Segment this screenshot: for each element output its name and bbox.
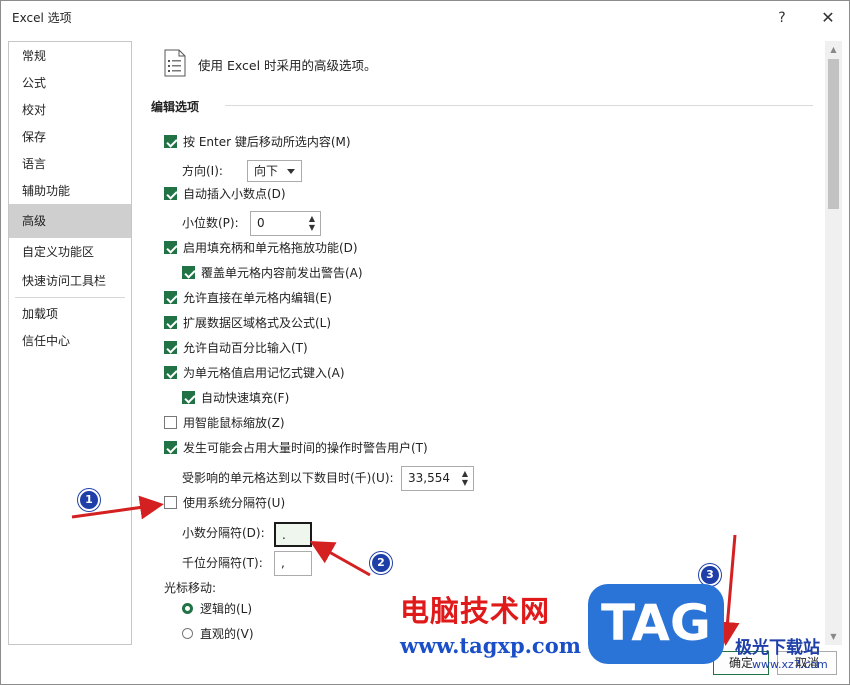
checkbox-overwrite-alert[interactable] (182, 266, 195, 279)
sidebar-item-accessibility[interactable]: 辅助功能 (9, 178, 131, 205)
option-label: 启用填充柄和单元格拖放功能(D) (183, 241, 358, 255)
decimal-separator-label: 小数分隔符(D): (182, 526, 265, 540)
option-label: 按 Enter 键后移动所选内容(M) (183, 135, 351, 149)
thousands-separator-value: , (281, 556, 285, 570)
option-label: 使用系统分隔符(U) (183, 496, 286, 510)
sidebar-item-quick-access-toolbar[interactable]: 快速访问工具栏 (9, 268, 131, 295)
checkbox-extend-formats[interactable] (164, 316, 177, 329)
sidebar-item-customize-ribbon[interactable]: 自定义功能区 (9, 239, 131, 266)
sidebar-item-advanced[interactable]: 高级 (9, 204, 131, 238)
scroll-up-icon[interactable]: ▲ (825, 41, 842, 58)
decimal-places-label: 小位数(P): (182, 216, 239, 230)
sidebar-item-trust-center[interactable]: 信任中心 (9, 328, 131, 355)
watermark-site2-url: www.xz7.com (752, 658, 828, 671)
checkbox-edit-in-cell[interactable] (164, 291, 177, 304)
checkbox-fill-handle[interactable] (164, 241, 177, 254)
checkbox-autocomplete[interactable] (164, 366, 177, 379)
vertical-scrollbar[interactable]: ▲ ▼ (825, 41, 842, 645)
spin-down-icon[interactable]: ▼ (309, 224, 315, 232)
dialog-title: Excel 选项 (12, 11, 72, 25)
option-label: 自动快速填充(F) (201, 391, 290, 405)
option-label: 扩展数据区域格式及公式(L) (183, 316, 332, 330)
sidebar-item-proofing[interactable]: 校对 (9, 97, 131, 124)
cells-affected-spinner[interactable]: 33,554 ▲ ▼ (401, 466, 474, 491)
excel-options-dialog: Excel 选项 ? ✕ 常规 公式 校对 保存 语言 辅助功能 高级 自定义功… (0, 0, 850, 685)
option-label: 为单元格值启用记忆式键入(A) (183, 366, 345, 380)
option-label: 发生可能会占用大量时间的操作时警告用户(T) (183, 441, 428, 455)
option-label: 覆盖单元格内容前发出警告(A) (201, 266, 363, 280)
tag-logo: TAG (588, 584, 724, 664)
decimal-separator-value: . (282, 528, 286, 542)
chevron-down-icon (287, 169, 295, 174)
annotation-badge-3: 3 (699, 564, 721, 586)
direction-label: 方向(I): (182, 164, 223, 178)
scrollbar-thumb[interactable] (828, 59, 839, 209)
spin-down-icon[interactable]: ▼ (462, 479, 468, 487)
spin-up-icon[interactable]: ▲ (462, 470, 468, 478)
decimal-places-value: 0 (257, 216, 265, 230)
close-icon[interactable]: ✕ (813, 6, 843, 30)
sidebar-item-language[interactable]: 语言 (9, 151, 131, 178)
cells-affected-label: 受影响的单元格达到以下数目时(千)(U): (182, 471, 394, 485)
decimal-places-spinner[interactable]: 0 ▲ ▼ (250, 211, 321, 236)
checkbox-auto-percent[interactable] (164, 341, 177, 354)
page-headline: 使用 Excel 时采用的高级选项。 (198, 58, 377, 73)
radio-visual[interactable] (182, 628, 193, 639)
option-label: 允许直接在单元格内编辑(E) (183, 291, 332, 305)
thousands-separator-label: 千位分隔符(T): (182, 556, 263, 570)
annotation-badge-1: 1 (78, 489, 100, 511)
annotation-badge-2: 2 (370, 552, 392, 574)
radio-logical[interactable] (182, 603, 193, 614)
radio-label: 逻辑的(L) (200, 602, 253, 616)
watermark-cn-text: 电脑技术网 (400, 594, 551, 628)
tag-logo-text: TAG (601, 594, 711, 652)
checkbox-intellimouse-zoom[interactable] (164, 416, 177, 429)
cells-affected-value: 33,554 (408, 471, 450, 485)
sidebar-divider (15, 297, 125, 298)
scroll-down-icon[interactable]: ▼ (825, 628, 842, 645)
radio-label: 直观的(V) (200, 627, 254, 641)
checkbox-enter-move[interactable] (164, 135, 177, 148)
spin-up-icon[interactable]: ▲ (309, 215, 315, 223)
sidebar-item-save[interactable]: 保存 (9, 124, 131, 151)
direction-dropdown[interactable]: 向下 (247, 160, 302, 182)
sidebar-item-formulas[interactable]: 公式 (9, 70, 131, 97)
checkbox-auto-decimal[interactable] (164, 187, 177, 200)
sidebar-item-general[interactable]: 常规 (9, 43, 131, 70)
title-bar: Excel 选项 ? ✕ (1, 1, 849, 35)
checkbox-alert-time-consuming[interactable] (164, 441, 177, 454)
cursor-movement-label: 光标移动: (164, 581, 217, 595)
sidebar-item-add-ins[interactable]: 加载项 (9, 301, 131, 328)
thousands-separator-input[interactable]: , (274, 551, 312, 576)
help-icon[interactable]: ? (767, 6, 797, 30)
advanced-options-panel: 使用 Excel 时采用的高级选项。 编辑选项 按 Enter 键后移动所选内容… (138, 41, 823, 645)
option-label: 自动插入小数点(D) (183, 187, 286, 201)
decimal-separator-input[interactable]: . (274, 522, 312, 547)
direction-value: 向下 (254, 164, 279, 178)
watermark-site2: 极光下载站 (735, 638, 820, 658)
option-label: 用智能鼠标缩放(Z) (183, 416, 285, 430)
document-options-icon (164, 49, 186, 77)
sidebar: 常规 公式 校对 保存 语言 辅助功能 高级 自定义功能区 快速访问工具栏 加载… (8, 41, 132, 645)
checkbox-system-separators[interactable] (164, 496, 177, 509)
watermark-url: www.tagxp.com (400, 633, 581, 658)
checkbox-flash-fill[interactable] (182, 391, 195, 404)
section-divider (225, 105, 813, 106)
section-title-editing: 编辑选项 (151, 100, 200, 114)
option-label: 允许自动百分比输入(T) (183, 341, 308, 355)
